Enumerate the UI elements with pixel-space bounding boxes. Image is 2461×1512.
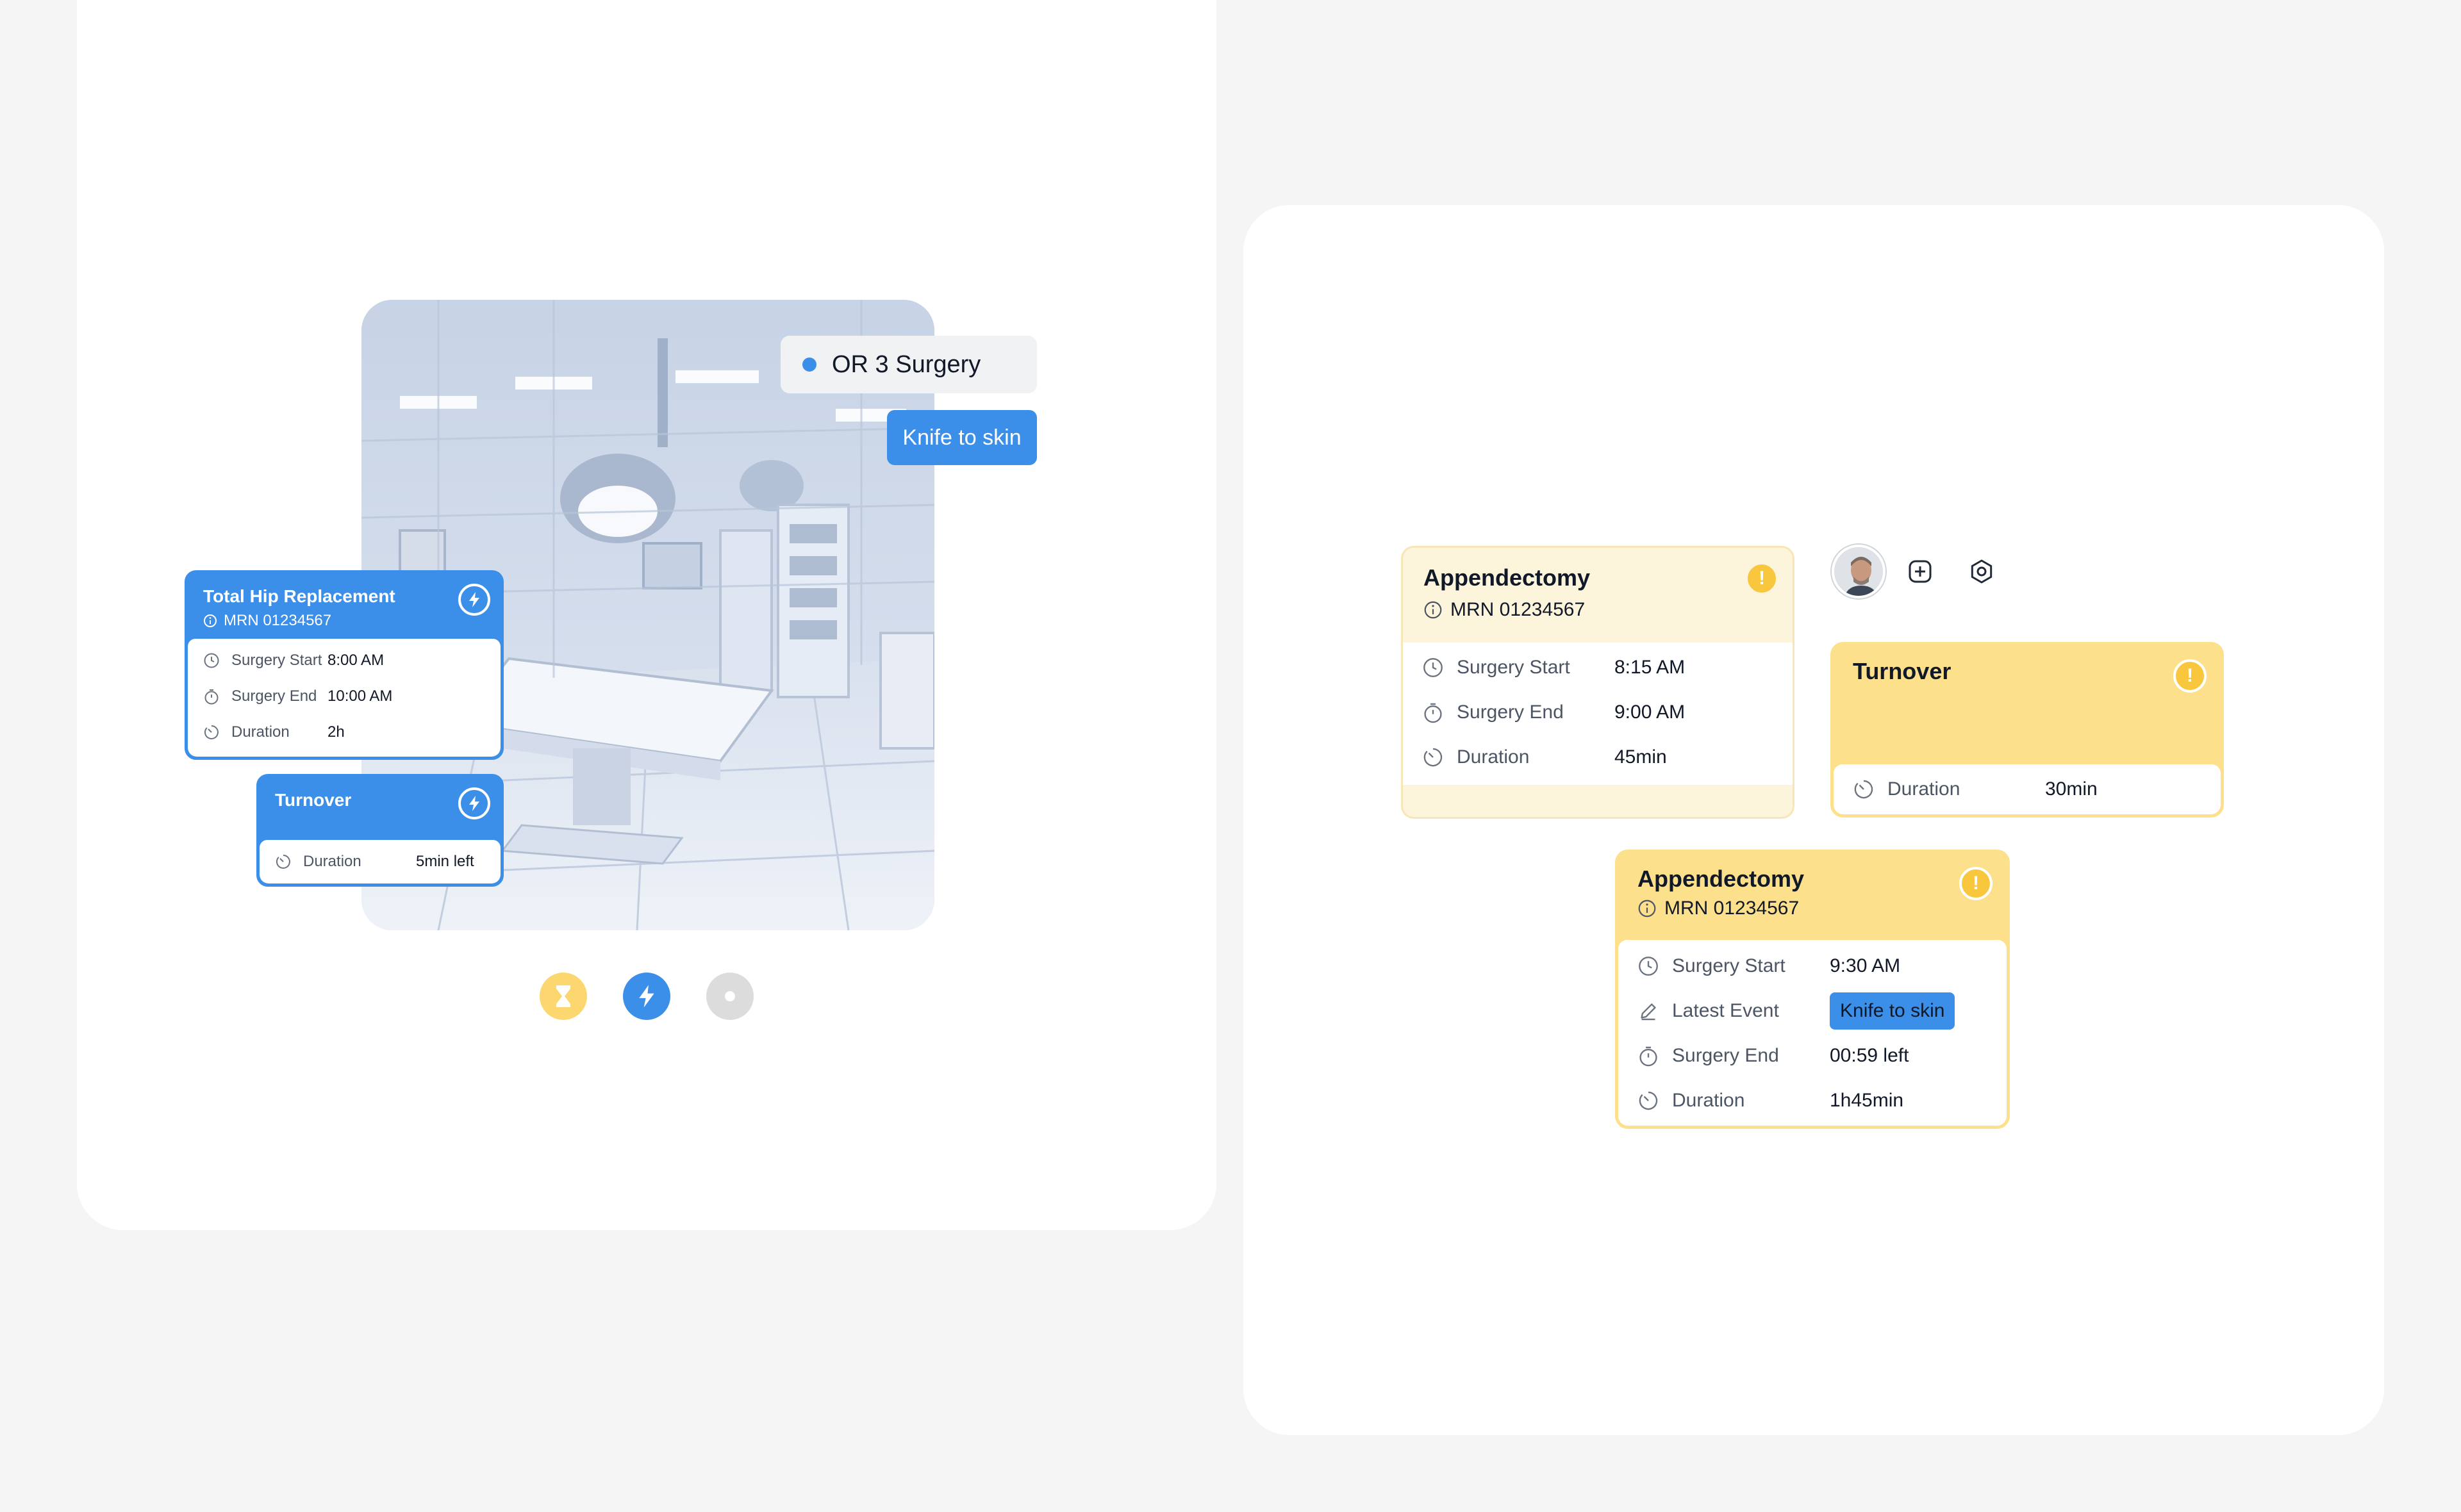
row-label: Surgery Start bbox=[1672, 955, 1786, 976]
status-dot bbox=[802, 357, 816, 372]
mrn-label: MRN 01234567 bbox=[224, 612, 332, 629]
clock-icon bbox=[1639, 957, 1658, 976]
row-value: 30min bbox=[2045, 778, 2098, 800]
warning-icon: ! bbox=[2173, 659, 2207, 693]
surgery-card-hip[interactable]: Total Hip Replacement MRN 01234567 Surge… bbox=[185, 570, 504, 760]
mrn-label: MRN 01234567 bbox=[1450, 599, 1586, 620]
bolt-icon[interactable] bbox=[623, 973, 670, 1020]
detail-row: Duration 5min left bbox=[260, 840, 501, 883]
detail-row: Surgery Start 9:30 AM bbox=[1618, 944, 2007, 989]
row-label: Latest Event bbox=[1672, 1000, 1779, 1021]
stopwatch-icon bbox=[1424, 703, 1442, 723]
row-label: Duration bbox=[1457, 746, 1530, 768]
turnover-title: Turnover bbox=[1853, 658, 1951, 684]
warning-icon: ! bbox=[1745, 562, 1778, 595]
info-icon bbox=[1638, 900, 1656, 917]
timer-icon bbox=[1423, 748, 1443, 767]
avatar[interactable] bbox=[1832, 545, 1885, 598]
dot-icon[interactable] bbox=[706, 973, 754, 1020]
timer-icon bbox=[204, 725, 219, 739]
timer-icon bbox=[276, 855, 290, 869]
row-label: Surgery Start bbox=[1457, 657, 1570, 678]
surgery-title: Appendectomy bbox=[1637, 866, 1805, 892]
detail-row: Surgery End 10:00 AM bbox=[188, 678, 501, 714]
clock-icon bbox=[1423, 658, 1443, 677]
warning-icon: ! bbox=[1959, 867, 1993, 900]
surgery-card-appendectomy[interactable]: Appendectomy MRN 01234567 ! Surgery Star… bbox=[1401, 546, 1794, 819]
room-label: OR 3 Surgery bbox=[832, 350, 981, 378]
row-label: Surgery Start bbox=[231, 652, 322, 669]
detail-row: Duration 1h45min bbox=[1618, 1078, 2007, 1123]
row-label: Duration bbox=[231, 723, 290, 741]
row-value: 9:30 AM bbox=[1830, 955, 1901, 976]
row-value: 10:00 AM bbox=[327, 687, 393, 705]
surgery-details: Surgery Start 8:00 AM Surgery End 10:00 … bbox=[188, 639, 501, 757]
row-value: 8:00 AM bbox=[327, 652, 385, 669]
detail-row: Surgery End 00:59 left bbox=[1618, 1033, 2007, 1078]
detail-row: Surgery Start 8:15 AM bbox=[1403, 645, 1793, 690]
timer-icon bbox=[1854, 780, 1873, 799]
surgery-details: Surgery Start 8:15 AM Surgery End 9:00 A… bbox=[1403, 643, 1793, 785]
add-icon[interactable] bbox=[1906, 557, 1934, 586]
row-value: 5min left bbox=[416, 853, 474, 870]
latest-event-tag[interactable]: Knife to skin bbox=[887, 410, 1037, 465]
row-value: 9:00 AM bbox=[1614, 702, 1686, 723]
turnover-card[interactable]: Turnover Duration 5min left bbox=[256, 774, 504, 887]
pen-icon bbox=[1641, 1003, 1656, 1021]
row-label: Duration bbox=[1887, 778, 1960, 800]
row-label: Surgery End bbox=[1672, 1045, 1779, 1066]
mrn-label: MRN 01234567 bbox=[1664, 898, 1800, 919]
row-label: Surgery End bbox=[231, 687, 317, 705]
stopwatch-icon bbox=[1639, 1046, 1657, 1067]
turnover-details: Duration 30min bbox=[1834, 764, 2221, 814]
detail-row: Duration 30min bbox=[1834, 764, 2221, 814]
info-icon bbox=[204, 614, 217, 627]
row-value: 45min bbox=[1614, 746, 1667, 768]
surgery-details: Surgery Start 9:30 AM Latest Event Knife… bbox=[1618, 940, 2007, 1126]
surgery-title: Total Hip Replacement bbox=[203, 586, 395, 606]
turnover-details: Duration 5min left bbox=[260, 840, 501, 883]
surgery-card-appendectomy-active[interactable]: Appendectomy MRN 01234567 ! Surgery Star… bbox=[1615, 850, 2010, 1129]
detail-row: Duration 2h bbox=[188, 714, 501, 750]
latest-event-chip[interactable]: Knife to skin bbox=[1830, 992, 1955, 1030]
row-label: Surgery End bbox=[1457, 702, 1564, 723]
row-label: Duration bbox=[1672, 1090, 1745, 1111]
room-status-tag[interactable]: OR 3 Surgery bbox=[781, 336, 1037, 393]
hourglass-icon[interactable] bbox=[540, 973, 587, 1020]
row-value: 2h bbox=[327, 723, 345, 741]
row-value: 1h45min bbox=[1830, 1090, 1904, 1111]
row-value: 00:59 left bbox=[1830, 1045, 1909, 1066]
surgery-title: Appendectomy bbox=[1423, 564, 1591, 591]
turnover-title: Turnover bbox=[275, 790, 352, 810]
turnover-card[interactable]: Turnover ! Duration 30min bbox=[1830, 642, 2224, 818]
clock-icon bbox=[204, 653, 219, 668]
timer-icon bbox=[1639, 1091, 1658, 1110]
settings-icon[interactable] bbox=[1968, 557, 1996, 586]
bolt-icon bbox=[458, 584, 490, 616]
row-value: 8:15 AM bbox=[1614, 657, 1686, 678]
detail-row: Latest Event Knife to skin bbox=[1618, 989, 2007, 1033]
stopwatch-icon bbox=[204, 689, 219, 705]
right-panel bbox=[1243, 205, 2384, 1435]
detail-row: Surgery Start 8:00 AM bbox=[188, 643, 501, 678]
info-icon bbox=[1424, 601, 1442, 619]
row-label: Duration bbox=[303, 853, 361, 870]
detail-row: Duration 45min bbox=[1403, 735, 1793, 780]
bolt-icon bbox=[458, 787, 490, 819]
detail-row: Surgery End 9:00 AM bbox=[1403, 690, 1793, 735]
